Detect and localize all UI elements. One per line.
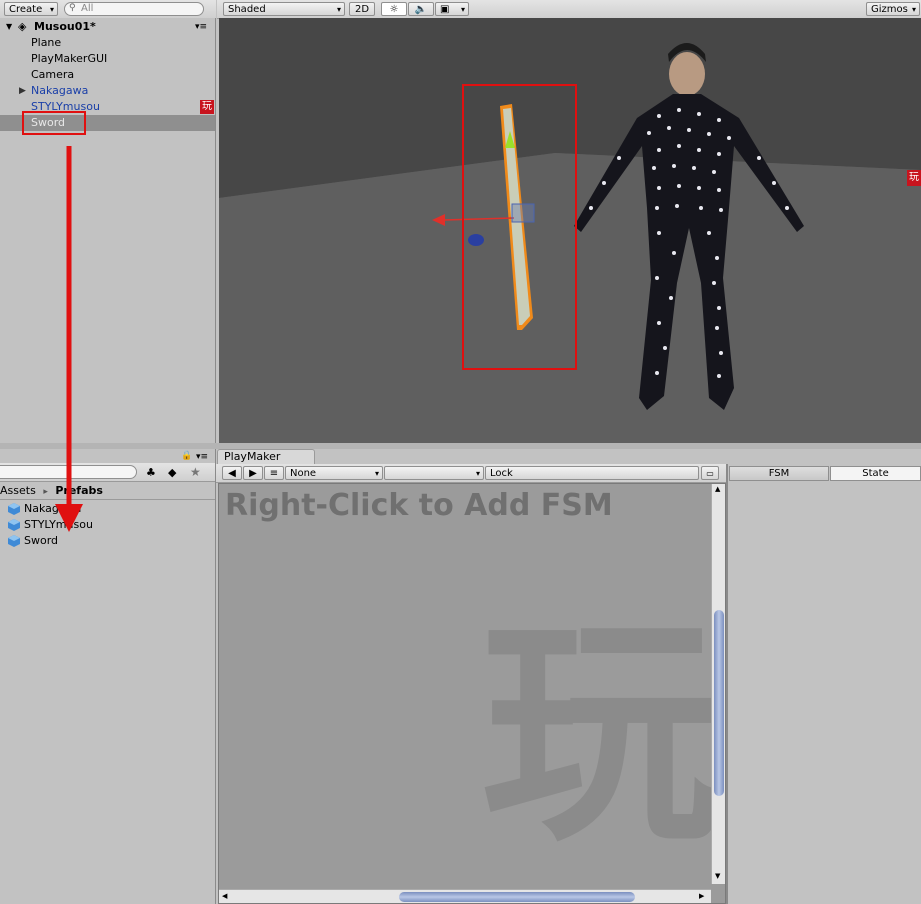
minimap-toggle-icon[interactable]: ▭ bbox=[701, 466, 719, 480]
effects-toggle-icon[interactable]: ▣ bbox=[435, 2, 469, 17]
hierarchy-panel: ▼ ◈ Musou01* ▾≡ Plane PlayMakerGUI Camer… bbox=[0, 18, 216, 443]
vertical-scrollbar[interactable]: ▲ ▼ bbox=[711, 484, 725, 884]
expand-arrow-icon[interactable]: ▶ bbox=[19, 83, 26, 99]
back-arrow-icon[interactable]: ◀ bbox=[222, 466, 242, 480]
tab-state-label: State bbox=[862, 468, 889, 479]
playmaker-watermark: 玩 bbox=[481, 594, 722, 874]
tab-playmaker[interactable]: PlayMaker bbox=[217, 449, 315, 464]
scene-row[interactable]: ▼ ◈ Musou01* ▾≡ bbox=[0, 19, 215, 35]
prefab-cube-icon bbox=[8, 503, 20, 515]
tab-fsm[interactable]: FSM bbox=[729, 466, 829, 481]
vertical-scroll-thumb[interactable] bbox=[714, 610, 724, 796]
hierarchy-item-label: Camera bbox=[31, 68, 75, 81]
search-placeholder: All bbox=[81, 3, 94, 14]
hierarchy-item-label: Plane bbox=[31, 36, 62, 49]
breadcrumb-divider bbox=[0, 499, 215, 500]
scene-name: Musou01* bbox=[34, 20, 96, 33]
scene-sword-highlight-box bbox=[462, 84, 577, 370]
prefab-cube-icon bbox=[8, 535, 20, 547]
filter-by-type-icon[interactable]: ♣ bbox=[146, 466, 156, 479]
2d-toggle-button[interactable]: 2D bbox=[349, 2, 375, 16]
scroll-up-arrow-icon[interactable]: ▲ bbox=[715, 485, 720, 493]
horizontal-scrollbar[interactable]: ◀ ▶ bbox=[219, 889, 711, 903]
fsm-canvas[interactable]: Right-Click to Add FSM 玩 ▲ ▼ ◀ ▶ bbox=[218, 483, 726, 904]
shading-mode-label: Shaded bbox=[228, 4, 266, 15]
fsm-select-label: None bbox=[290, 468, 317, 479]
state-select-dropdown[interactable] bbox=[384, 466, 484, 481]
drag-arrow bbox=[55, 146, 83, 532]
hierarchy-search-input[interactable]: ⚲ All bbox=[64, 2, 204, 16]
scroll-down-arrow-icon[interactable]: ▼ bbox=[715, 872, 720, 880]
breadcrumb-separator-icon: ▸ bbox=[43, 487, 48, 497]
tab-fsm-label: FSM bbox=[768, 468, 790, 479]
lock-label: Lock bbox=[490, 468, 513, 479]
panel-menu-icon[interactable]: ▾≡ bbox=[196, 452, 208, 462]
unity-scene-icon: ◈ bbox=[18, 20, 27, 33]
list-menu-icon[interactable]: ≡ bbox=[264, 466, 284, 480]
create-button[interactable]: Create bbox=[4, 2, 58, 17]
hierarchy-item-playmakergui[interactable]: PlayMakerGUI bbox=[0, 51, 215, 67]
tab-state[interactable]: State bbox=[830, 466, 921, 481]
expand-arrow-icon: ▼ bbox=[6, 22, 13, 31]
search-icon: ⚲ bbox=[69, 3, 76, 13]
project-panel: 🔒 ▾≡ ♣ ◆ ★ Assets ▸ Prefabs Nakagawa STY… bbox=[0, 449, 216, 904]
lock-button[interactable]: Lock bbox=[485, 466, 699, 480]
lock-icon[interactable]: 🔒 bbox=[181, 451, 192, 461]
hierarchy-item-label: PlayMakerGUI bbox=[31, 52, 108, 65]
hierarchy-item-plane[interactable]: Plane bbox=[0, 35, 215, 51]
hierarchy-item-label: Nakagawa bbox=[31, 84, 89, 97]
scene-side-badge-icon: 玩 bbox=[907, 170, 921, 186]
hierarchy-item-camera[interactable]: Camera bbox=[0, 67, 215, 83]
gizmos-dropdown[interactable]: Gizmos bbox=[866, 2, 920, 17]
playmaker-panel: PlayMaker ◀ ▶ ≡ None Lock ▭ Right-Click … bbox=[216, 449, 921, 904]
playmaker-badge-icon[interactable]: 玩 bbox=[200, 100, 214, 114]
horizontal-scroll-thumb[interactable] bbox=[399, 892, 635, 902]
favorites-star-icon[interactable]: ★ bbox=[190, 465, 201, 479]
tab-label: PlayMaker bbox=[224, 450, 281, 463]
create-label: Create bbox=[9, 4, 43, 15]
2d-label: 2D bbox=[354, 4, 370, 15]
scroll-left-arrow-icon[interactable]: ◀ bbox=[222, 892, 227, 900]
fsm-select-dropdown[interactable]: None bbox=[285, 466, 383, 481]
scene-menu-icon[interactable]: ▾≡ bbox=[195, 19, 207, 35]
filter-by-label-icon[interactable]: ◆ bbox=[168, 466, 176, 479]
inspector-divider bbox=[726, 464, 728, 904]
breadcrumb-root[interactable]: Assets bbox=[0, 484, 36, 497]
fsm-hint: Right-Click to Add FSM bbox=[225, 488, 613, 523]
gizmos-label: Gizmos bbox=[871, 4, 908, 15]
sword-highlight-box bbox=[22, 111, 86, 135]
audio-toggle-icon[interactable]: 🔈 bbox=[408, 2, 434, 16]
shading-mode-dropdown[interactable]: Shaded bbox=[223, 2, 345, 17]
scroll-right-arrow-icon[interactable]: ▶ bbox=[699, 892, 704, 900]
lighting-toggle-icon[interactable]: ☼ bbox=[381, 2, 407, 16]
forward-arrow-icon[interactable]: ▶ bbox=[243, 466, 263, 480]
breadcrumb: Assets ▸ Prefabs bbox=[0, 484, 215, 498]
hierarchy-item-nakagawa[interactable]: ▶ Nakagawa bbox=[0, 83, 215, 99]
prefab-cube-icon bbox=[8, 519, 20, 531]
